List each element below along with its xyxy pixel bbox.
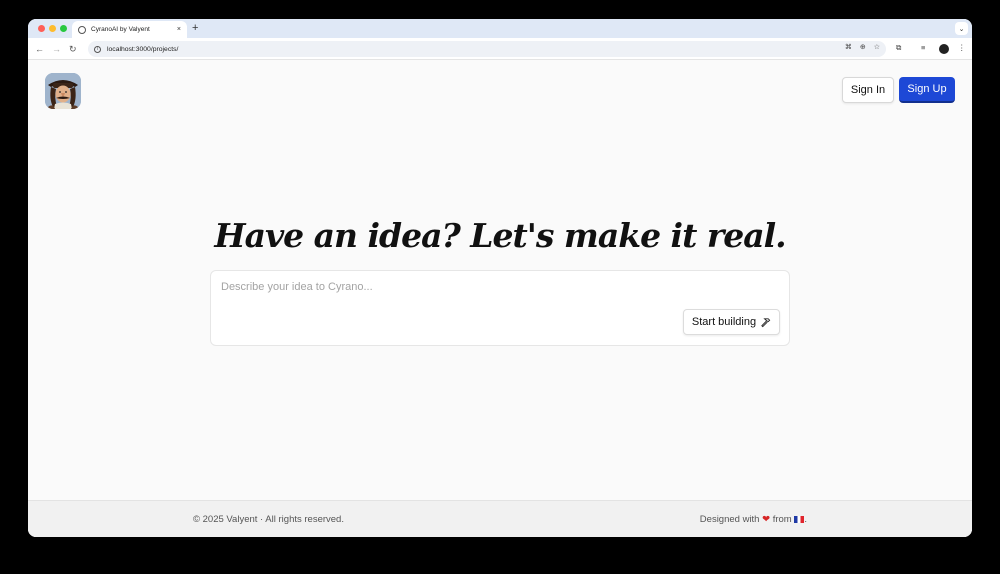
extensions-icon[interactable]: ⧉	[896, 43, 901, 53]
reload-icon[interactable]: ↻	[69, 42, 77, 56]
translate-icon[interactable]: ⌘	[845, 43, 852, 51]
tab-search-button[interactable]: ⌄	[955, 22, 968, 35]
start-building-button[interactable]: Start building	[683, 309, 780, 335]
page: Sign In Sign Up Have an idea? Let's make…	[28, 61, 972, 537]
tab-strip: CyranoAI by Valyent × + ⌄	[28, 19, 972, 38]
copyright-text: © 2025 Valyent · All rights reserved.	[193, 514, 344, 525]
browser-menu-icon[interactable]: ⋮	[958, 43, 966, 52]
cyrano-logo[interactable]	[45, 73, 81, 109]
bookmark-star-icon[interactable]: ☆	[874, 43, 880, 51]
sign-up-button[interactable]: Sign Up	[899, 77, 955, 103]
france-flag-icon	[794, 516, 805, 523]
profile-avatar-icon[interactable]	[939, 44, 949, 54]
url-text: localhost:3000/projects/	[107, 45, 179, 53]
footer: © 2025 Valyent · All rights reserved. De…	[28, 500, 972, 537]
maximize-window-button[interactable]	[60, 25, 67, 32]
designed-suffix: .	[804, 514, 807, 525]
tab-title: CyranoAI by Valyent	[91, 26, 150, 33]
minimize-window-button[interactable]	[49, 25, 56, 32]
designed-with-text: Designed with ❤ from .	[700, 514, 807, 525]
heart-icon: ❤	[762, 514, 771, 525]
site-info-icon[interactable]: i	[94, 45, 101, 53]
hammer-icon	[761, 317, 771, 327]
tab-cyranoai[interactable]: CyranoAI by Valyent ×	[72, 21, 187, 38]
browser-window: CyranoAI by Valyent × + ⌄ ← → ↻ i localh…	[28, 19, 972, 537]
designed-prefix: Designed with	[699, 514, 760, 525]
address-bar[interactable]: i localhost:3000/projects/ ⌘ ⊕ ☆	[88, 41, 886, 57]
globe-icon	[78, 25, 86, 34]
back-icon[interactable]: ←	[35, 42, 44, 56]
idea-input[interactable]	[221, 281, 761, 293]
new-tab-button[interactable]: +	[192, 21, 198, 36]
zoom-icon[interactable]: ⊕	[860, 43, 866, 51]
cyrano-portrait-icon	[45, 73, 81, 109]
forward-icon[interactable]: →	[52, 42, 61, 56]
sign-in-button[interactable]: Sign In	[842, 77, 894, 103]
tab-close-icon[interactable]: ×	[177, 26, 181, 33]
hero-title: Have an idea? Let's make it real.	[214, 216, 786, 255]
start-building-label: Start building	[691, 316, 757, 328]
designed-from: from	[772, 514, 792, 525]
browser-toolbar: ← → ↻ i localhost:3000/projects/ ⌘ ⊕ ☆ ⧉…	[28, 38, 972, 60]
close-window-button[interactable]	[38, 25, 45, 32]
media-icon[interactable]: ≡	[921, 43, 925, 52]
prompt-box: Start building	[210, 270, 790, 346]
